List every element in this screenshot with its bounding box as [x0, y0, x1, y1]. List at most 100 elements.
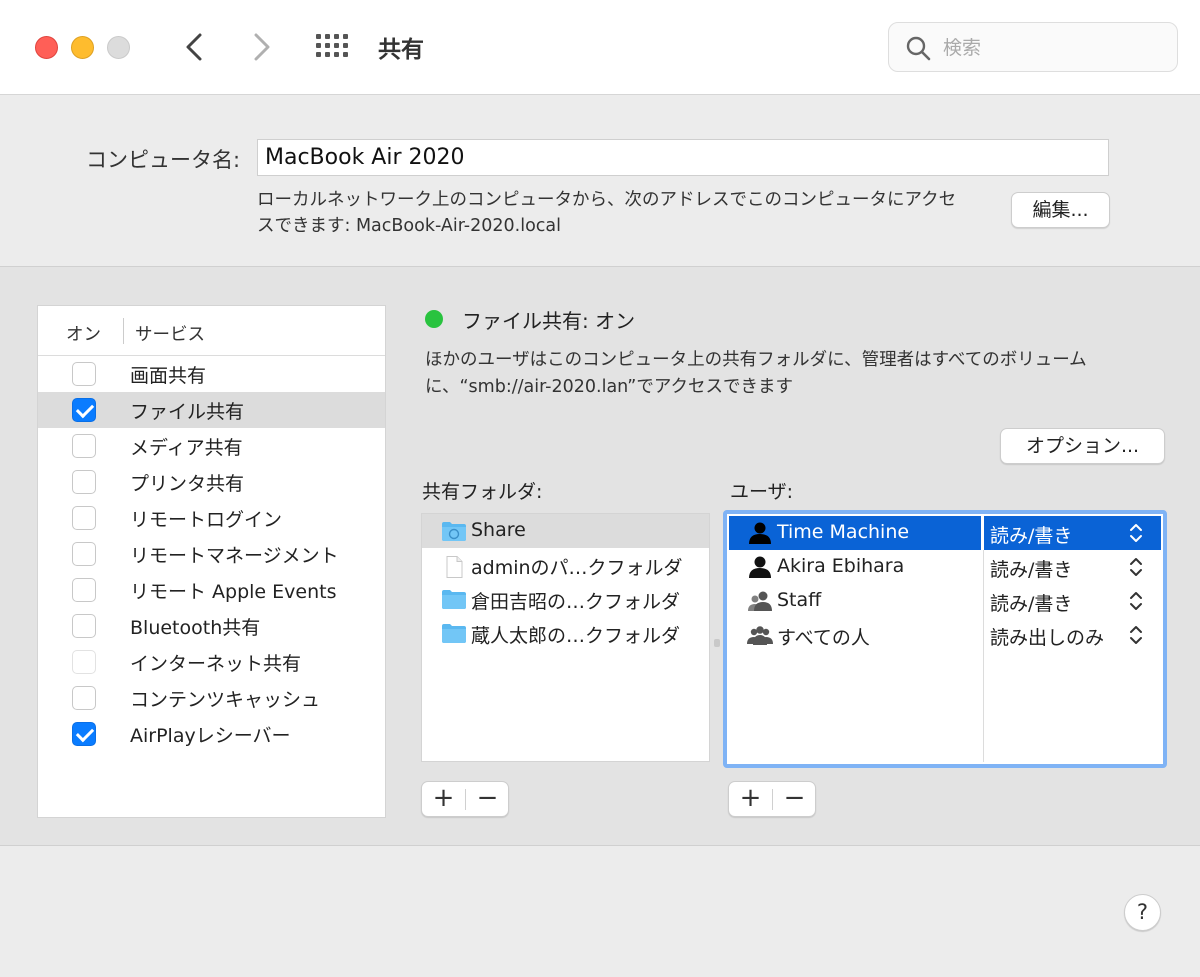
popup-chevrons-icon[interactable] — [1129, 624, 1143, 646]
shared-folders-label: 共有フォルダ: — [422, 481, 543, 503]
window-title: 共有 — [378, 37, 424, 63]
description-line: スできます: MacBook-Air-2020.local — [257, 216, 561, 236]
user-name: Staff — [777, 589, 822, 611]
column-header-on[interactable]: オン — [66, 321, 101, 346]
shared-folder-row[interactable]: 蔵人太郎の…クフォルダ — [422, 616, 709, 650]
shared-folder-name: 倉田吉昭の…クフォルダ — [471, 591, 681, 613]
description-line: ローカルネットワーク上のコンピュータから、次のアドレスでこのコンピュータにアクセ — [257, 190, 957, 210]
computer-address-description: ローカルネットワーク上のコンピュータから、次のアドレスでこのコンピュータにアクセ… — [257, 187, 997, 239]
service-row[interactable]: プリンタ共有 — [38, 464, 385, 500]
service-status-description: ほかのユーザはこのコンピュータ上の共有フォルダに、管理者はすべてのボリューム に… — [425, 347, 1145, 401]
user-name: Akira Ebihara — [777, 555, 905, 577]
user-row[interactable]: Staff 読み/書き — [729, 584, 1161, 618]
service-label: リモートログイン — [130, 509, 283, 531]
users-add-remove-control: + − — [728, 781, 816, 817]
service-label: メディア共有 — [130, 437, 243, 459]
permission-popup[interactable]: 読み/書き — [990, 589, 1072, 616]
service-label: リモートマネージメント — [130, 545, 339, 567]
service-status-title: ファイル共有: オン — [462, 309, 636, 333]
service-checkbox[interactable] — [72, 398, 96, 422]
zoom-button[interactable] — [107, 36, 130, 59]
service-label: リモート Apple Events — [130, 581, 337, 603]
service-label: AirPlayレシーバー — [130, 725, 291, 747]
shared-folder-row[interactable]: 倉田吉昭の…クフォルダ — [422, 582, 709, 616]
title-bar: 共有 — [0, 0, 1200, 95]
user-icon — [746, 555, 774, 579]
show-all-grid-icon[interactable] — [316, 34, 350, 60]
options-button[interactable]: オプション... — [1000, 428, 1165, 464]
service-checkbox[interactable] — [72, 470, 96, 494]
computer-name-label: コンピュータ名: — [86, 148, 241, 172]
split-view-handle[interactable] — [714, 639, 720, 647]
service-row[interactable]: AirPlayレシーバー — [38, 716, 385, 752]
service-checkbox[interactable] — [72, 722, 96, 746]
help-button[interactable]: ? — [1124, 894, 1161, 931]
shared-folder-name: Share — [471, 519, 526, 541]
search-input[interactable] — [943, 33, 1163, 63]
shared-folder-row[interactable]: Share — [422, 514, 709, 548]
service-row[interactable]: リモートログイン — [38, 500, 385, 536]
description-line: ほかのユーザはこのコンピュータ上の共有フォルダに、管理者はすべてのボリューム — [425, 350, 1087, 370]
users-list: Time Machine 読み/書き Akira Ebihara 読み/書き Staff… — [723, 510, 1167, 768]
permission-popup[interactable]: 読み/書き — [990, 555, 1072, 582]
service-row[interactable]: 画面共有 — [38, 356, 385, 392]
shared-folder-row[interactable]: adminのパ…クフォルダ — [422, 548, 709, 582]
service-checkbox[interactable] — [72, 434, 96, 458]
close-button[interactable] — [35, 36, 58, 59]
back-arrow-icon[interactable] — [180, 30, 210, 64]
service-row[interactable]: コンテンツキャッシュ — [38, 680, 385, 716]
service-label: プリンタ共有 — [130, 473, 245, 495]
permission-popup[interactable]: 読み出しのみ — [990, 623, 1104, 650]
add-folder-button[interactable]: + — [422, 782, 465, 816]
service-checkbox[interactable] — [72, 686, 96, 710]
folder-icon — [441, 589, 467, 610]
description-line: に、“smb://air-2020.lan”でアクセスできます — [425, 377, 793, 397]
edit-button[interactable]: 編集... — [1011, 192, 1110, 228]
status-indicator-icon — [425, 310, 443, 328]
remove-user-button[interactable]: − — [773, 782, 816, 816]
popup-chevrons-icon[interactable] — [1129, 590, 1143, 612]
add-user-button[interactable]: + — [729, 782, 772, 816]
shared-folder-name: adminのパ…クフォルダ — [471, 557, 683, 579]
user-name: すべての人 — [777, 627, 870, 649]
service-label: インターネット共有 — [130, 653, 302, 675]
service-row[interactable]: リモート Apple Events — [38, 572, 385, 608]
popup-chevrons-icon[interactable] — [1129, 522, 1143, 544]
service-row[interactable]: リモートマネージメント — [38, 536, 385, 572]
users-label: ユーザ: — [730, 481, 794, 503]
folders-add-remove-control: + − — [421, 781, 509, 817]
service-checkbox[interactable] — [72, 542, 96, 566]
magnifier-icon — [906, 36, 931, 61]
user-rows: Time Machine 読み/書き Akira Ebihara 読み/書き Staff… — [729, 516, 1161, 652]
services-list: オン サービス 画面共有 ファイル共有メディア共有 プリンタ共有リモートログインリモ… — [37, 305, 386, 818]
service-row[interactable]: インターネット共有 — [38, 644, 385, 680]
computer-name-input[interactable] — [257, 139, 1109, 176]
shared-folder-icon — [441, 521, 467, 542]
shared-folder-name: 蔵人太郎の…クフォルダ — [471, 625, 681, 647]
users-list-inner: Time Machine 読み/書き Akira Ebihara 読み/書き Staff… — [729, 516, 1161, 762]
service-row[interactable]: メディア共有 — [38, 428, 385, 464]
popup-chevrons-icon[interactable] — [1129, 556, 1143, 578]
services-rows: 画面共有 ファイル共有メディア共有 プリンタ共有リモートログインリモートマネージメン… — [38, 356, 385, 752]
service-checkbox[interactable] — [72, 614, 96, 638]
service-checkbox[interactable] — [72, 578, 96, 602]
user-row[interactable]: Time Machine 読み/書き — [729, 516, 1161, 550]
user-row[interactable]: Akira Ebihara 読み/書き — [729, 550, 1161, 584]
service-checkbox[interactable] — [72, 362, 96, 386]
minimize-button[interactable] — [71, 36, 94, 59]
shared-folders-list: Share adminのパ…クフォルダ 倉田吉昭の…クフォルダ 蔵人太郎の…クフォルダ — [421, 513, 710, 762]
user-row[interactable]: すべての人 読み出しのみ — [729, 618, 1161, 652]
folder-icon — [441, 623, 467, 644]
service-row[interactable]: ファイル共有 — [38, 392, 385, 428]
column-divider — [123, 318, 124, 344]
forward-arrow-icon[interactable] — [246, 30, 276, 64]
column-header-service[interactable]: サービス — [135, 321, 205, 346]
service-checkbox[interactable] — [72, 650, 96, 674]
document-icon — [441, 555, 467, 578]
service-checkbox[interactable] — [72, 506, 96, 530]
service-row[interactable]: Bluetooth共有 — [38, 608, 385, 644]
search-field[interactable] — [888, 22, 1178, 72]
remove-folder-button[interactable]: − — [466, 782, 509, 816]
permission-popup[interactable]: 読み/書き — [990, 521, 1072, 548]
user-name: Time Machine — [777, 521, 910, 543]
